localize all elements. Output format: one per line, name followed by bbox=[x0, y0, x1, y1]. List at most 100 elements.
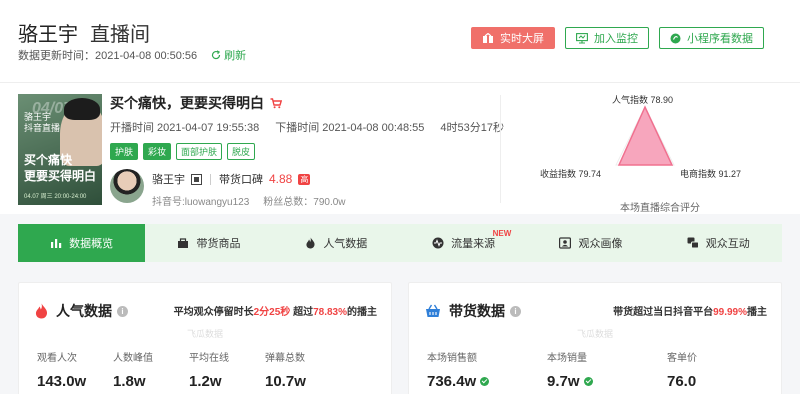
douyin-id: 抖音号:luowangyu123 bbox=[152, 197, 250, 208]
stat-value: 1.2w bbox=[189, 373, 222, 390]
tag: 面部护肤 bbox=[176, 143, 223, 160]
flame-icon bbox=[35, 303, 48, 319]
note-text: 超过 bbox=[290, 307, 314, 318]
stats-row: 观看人次 143.0w 人数峰值 1.8w 平均在线 1.2w 弹幕总数 10.… bbox=[37, 349, 341, 390]
cover-footer: 04.07 周三 20:00-24:00 bbox=[24, 194, 87, 200]
miniprogram-icon bbox=[670, 33, 681, 43]
radar-area bbox=[617, 105, 674, 166]
host-title-name: 骆王宇 bbox=[18, 24, 78, 46]
verified-check-icon bbox=[480, 377, 490, 386]
panel-title: 带货数据 i bbox=[425, 301, 521, 321]
miniprogram-button[interactable]: 小程序看数据 bbox=[659, 27, 764, 49]
stat-item: 观看人次 143.0w bbox=[37, 349, 113, 390]
score-radar: 人气指数 78.90 收益指数 79.74 电商指数 91.27 本场直播综合评… bbox=[520, 83, 800, 215]
stat-value: 10.7w bbox=[265, 373, 306, 390]
stat-item: 本场销售额 736.4w bbox=[427, 349, 547, 390]
stat-value: 76.0 bbox=[667, 373, 697, 390]
watermark: 飞瓜数据 bbox=[186, 329, 223, 339]
stat-value: 143.0w bbox=[37, 373, 87, 390]
tag: 脱皮 bbox=[227, 143, 256, 160]
section-tabs: 数据概览 带货商品 人气数据 流量来源 NEW 观众画像 观众互动 bbox=[18, 224, 782, 262]
qr-code-icon[interactable] bbox=[191, 173, 202, 185]
panel-title-text: 人气数据 bbox=[56, 303, 112, 319]
live-room-page: 骆王宇 直播间 数据更新时间：2021-04-08 00:50:56 刷新 实时… bbox=[0, 0, 800, 394]
shopping-basket-icon bbox=[426, 304, 440, 317]
refresh-label: 刷新 bbox=[224, 50, 247, 62]
monitor-icon bbox=[576, 32, 588, 44]
panel-title-text: 带货数据 bbox=[449, 303, 505, 319]
stats-row: 本场销售额 736.4w 本场销量 9.7w 客单价 76.0 bbox=[427, 349, 787, 390]
stat-label: 人数峰值 bbox=[113, 353, 153, 364]
note-highlight: 78.83% bbox=[313, 307, 347, 318]
cover-line-1: 骆王宇 bbox=[24, 112, 52, 122]
gift-box-icon bbox=[483, 32, 493, 43]
shopping-basket-icon bbox=[178, 238, 189, 248]
stat-label: 观看人次 bbox=[37, 353, 77, 364]
reputation-label: 带货口碑 bbox=[219, 174, 263, 186]
tab-label: 流量来源 bbox=[451, 238, 496, 250]
cover-hair-shape bbox=[64, 98, 100, 120]
stat-value-row: 736.4w bbox=[427, 373, 547, 390]
refresh-button[interactable]: 刷新 bbox=[211, 47, 246, 63]
live-tags: 护肤 彩妆 面部护肤 脱皮 bbox=[110, 143, 256, 160]
update-time: 数据更新时间：2021-04-08 00:50:56 bbox=[18, 50, 198, 62]
header-actions: 实时大屏 加入监控 小程序看数据 bbox=[471, 27, 764, 49]
stat-value: 9.7w bbox=[547, 373, 580, 390]
miniprogram-label: 小程序看数据 bbox=[687, 33, 753, 45]
note-text: 带货超过当日抖音平台 bbox=[613, 307, 714, 318]
avatar[interactable] bbox=[110, 169, 144, 203]
stat-item: 本场销量 9.7w bbox=[547, 349, 667, 390]
note-highlight: 2分25秒 bbox=[253, 307, 291, 318]
add-monitor-button[interactable]: 加入监控 bbox=[565, 27, 649, 49]
tag: 护肤 bbox=[110, 143, 139, 160]
tab-popularity[interactable]: 人气数据 bbox=[273, 224, 400, 262]
popularity-panel: 人气数据 i 平均观众停留时长2分25秒 超过78.83%的播主 飞瓜数据 观看… bbox=[18, 282, 392, 394]
stat-value: 1.8w bbox=[113, 373, 146, 390]
tab-label: 观众画像 bbox=[578, 238, 623, 250]
tab-label: 带货商品 bbox=[196, 238, 241, 250]
fans-count: 粉丝总数：790.0w bbox=[263, 197, 346, 208]
tab-traffic-source[interactable]: 流量来源 NEW bbox=[400, 224, 527, 262]
tab-audience-interaction[interactable]: 观众互动 bbox=[655, 224, 782, 262]
add-monitor-label: 加入监控 bbox=[594, 33, 638, 45]
page-title: 骆王宇 直播间 bbox=[18, 18, 150, 47]
reputation-badge: 高 bbox=[298, 173, 311, 185]
divider bbox=[210, 173, 211, 185]
refresh-icon bbox=[212, 50, 221, 60]
realtime-screen-button[interactable]: 实时大屏 bbox=[471, 27, 555, 49]
reputation-score: 4.88 bbox=[269, 172, 293, 186]
radar-ecommerce-label: 电商指数 91.27 bbox=[680, 169, 742, 179]
tab-label: 数据概览 bbox=[69, 238, 114, 250]
live-times: 开播时间 2021-04-07 19:55:38 下播时间 2021-04-08… bbox=[110, 119, 504, 135]
host-name[interactable]: 骆王宇 bbox=[152, 171, 185, 187]
radar-popularity-label: 人气指数 78.90 bbox=[612, 95, 674, 105]
tag: 彩妆 bbox=[143, 143, 172, 160]
stat-value-row: 9.7w bbox=[547, 373, 667, 390]
divider bbox=[500, 95, 501, 203]
live-cover-image[interactable]: 04/07 骆王宇 抖音直播 买个痛快 更要买得明白 04.07 周三 20:0… bbox=[18, 94, 102, 205]
tab-overview[interactable]: 数据概览 bbox=[18, 224, 146, 262]
stat-item: 弹幕总数 10.7w bbox=[265, 349, 341, 390]
stat-value: 736.4w bbox=[427, 373, 477, 390]
panel-title: 人气数据 i bbox=[35, 301, 128, 321]
live-title-text: 买个痛快，更要买得明白 bbox=[110, 95, 264, 111]
cover-text-top: 骆王宇 抖音直播 bbox=[24, 112, 60, 134]
tab-products[interactable]: 带货商品 bbox=[145, 224, 272, 262]
duration: 4时53分17秒 bbox=[440, 122, 504, 134]
radar-caption: 本场直播综合评分 bbox=[620, 203, 700, 214]
note-text: 播主 bbox=[747, 307, 767, 318]
tab-audience-profile[interactable]: 观众画像 bbox=[527, 224, 654, 262]
verified-check-icon bbox=[583, 377, 593, 386]
note-text: 的播主 bbox=[347, 307, 377, 318]
stat-label: 本场销量 bbox=[547, 353, 587, 364]
watermark: 飞瓜数据 bbox=[576, 329, 613, 339]
cover-slogan: 买个痛快 更要买得明白 bbox=[24, 152, 96, 184]
chat-bubbles-icon bbox=[687, 237, 699, 249]
account-row: 抖音号:luowangyu123 粉丝总数：790.0w bbox=[152, 193, 346, 208]
info-icon[interactable]: i bbox=[510, 305, 521, 317]
new-badge: NEW bbox=[492, 229, 512, 238]
stat-item: 人数峰值 1.8w bbox=[113, 349, 189, 390]
stat-label: 客单价 bbox=[667, 353, 697, 364]
shopping-cart-icon bbox=[270, 97, 282, 108]
info-icon[interactable]: i bbox=[117, 305, 128, 317]
